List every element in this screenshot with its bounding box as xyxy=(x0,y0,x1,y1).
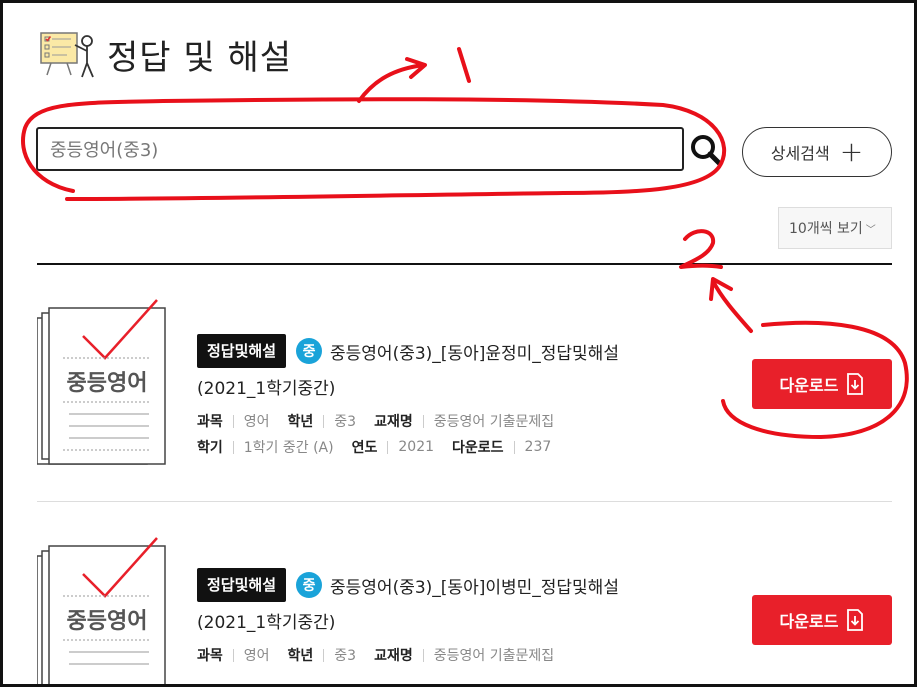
meta-value: 중3 xyxy=(334,414,357,430)
item-info: 정답및해설 중 중등영어(중3)_[동아]윤정미_정답및해설 (2021_1학기… xyxy=(197,334,619,457)
meta-value: 중등영어 기출문제집 xyxy=(433,648,555,664)
item-divider xyxy=(37,501,892,502)
meta-key: 교재명 xyxy=(374,414,413,430)
chalkboard-icon xyxy=(40,32,94,78)
list-item: 중등영어 정답및해설 중 중등영어(중3)_[동아]이병민_정답및해설 (202… xyxy=(37,534,892,684)
meta-key: 다운로드 xyxy=(452,440,504,456)
level-badge: 중 xyxy=(296,338,323,364)
meta-row: 과목 영어 학년 중3 교재명 중등영어 기출문제집 xyxy=(197,645,619,665)
chevron-down-icon: ﹀ xyxy=(865,224,876,236)
detail-search-label: 상세검색 xyxy=(770,144,830,163)
file-download-icon xyxy=(847,609,864,631)
search-input[interactable] xyxy=(50,138,682,160)
type-badge: 정답및해설 xyxy=(197,334,287,368)
book-thumbnail: 중등영어 xyxy=(37,537,166,684)
annotation-mark-1 xyxy=(457,47,471,83)
meta-key: 학기 xyxy=(197,440,223,456)
page-header: 정답 및 해설 xyxy=(37,29,292,79)
meta-row: 학기 1학기 중간 (A) 연도 2021 다운로드 237 xyxy=(197,437,619,457)
download-button[interactable]: 다운로드 xyxy=(752,595,892,645)
meta-value: 2021 xyxy=(398,439,435,455)
item-subtitle[interactable]: (2021_1학기중간) xyxy=(197,374,619,399)
meta-key: 과목 xyxy=(197,648,223,664)
meta-row: 과목 영어 학년 중3 교재명 중등영어 기출문제집 xyxy=(197,411,619,431)
list-item: 중등영어 정답및해설 중 중등영어(중3)_[동아]윤정미_정답및해설 (202… xyxy=(37,296,892,476)
meta-key: 학년 xyxy=(287,648,314,664)
meta-key: 과목 xyxy=(197,414,223,430)
title-row: 정답및해설 중 중등영어(중3)_[동아]이병민_정답및해설 xyxy=(197,568,619,602)
meta-value: 영어 xyxy=(243,414,270,430)
meta-value: 영어 xyxy=(243,648,270,664)
page-frame: 정답 및 해설 상세검색 + 10개씩 보기 ﹀ 중등영어 xyxy=(0,0,917,687)
plus-icon: + xyxy=(839,135,864,168)
meta-value: 1학기 중간 (A) xyxy=(243,440,334,456)
detail-search-button[interactable]: 상세검색 + xyxy=(742,127,892,177)
item-info: 정답및해설 중 중등영어(중3)_[동아]이병민_정답및해설 (2021_1학기… xyxy=(197,568,619,665)
annotation-arrow-1 xyxy=(357,57,427,103)
book-thumbnail: 중등영어 xyxy=(37,299,166,465)
per-page-select[interactable]: 10개씩 보기 ﹀ xyxy=(778,207,892,249)
thumb-label: 중등영어 xyxy=(67,609,148,634)
file-download-icon xyxy=(847,373,864,395)
search-icon xyxy=(691,135,723,167)
meta-key: 학년 xyxy=(287,414,314,430)
search-button[interactable] xyxy=(685,129,727,171)
item-subtitle[interactable]: (2021_1학기중간) xyxy=(197,608,619,633)
list-top-divider xyxy=(37,263,892,265)
type-badge: 정답및해설 xyxy=(197,568,287,602)
meta-value: 중3 xyxy=(334,648,357,664)
thumb-label: 중등영어 xyxy=(67,371,148,396)
meta-key: 교재명 xyxy=(374,648,413,664)
meta-value: 237 xyxy=(524,439,552,455)
download-label: 다운로드 xyxy=(779,376,839,395)
page-title: 정답 및 해설 xyxy=(107,37,293,78)
title-row: 정답및해설 중 중등영어(중3)_[동아]윤정미_정답및해설 xyxy=(197,334,619,368)
item-title[interactable]: 중등영어(중3)_[동아]윤정미_정답및해설 xyxy=(330,339,619,364)
level-badge: 중 xyxy=(296,572,323,598)
meta-key: 연도 xyxy=(351,440,378,456)
per-page-label: 10개씩 보기 xyxy=(789,221,863,237)
annotation-mark-2 xyxy=(679,229,723,269)
search-box[interactable] xyxy=(36,127,684,171)
item-title[interactable]: 중등영어(중3)_[동아]이병민_정답및해설 xyxy=(330,573,619,598)
download-button[interactable]: 다운로드 xyxy=(752,359,892,409)
meta-value: 중등영어 기출문제집 xyxy=(433,414,555,430)
download-label: 다운로드 xyxy=(779,612,839,631)
